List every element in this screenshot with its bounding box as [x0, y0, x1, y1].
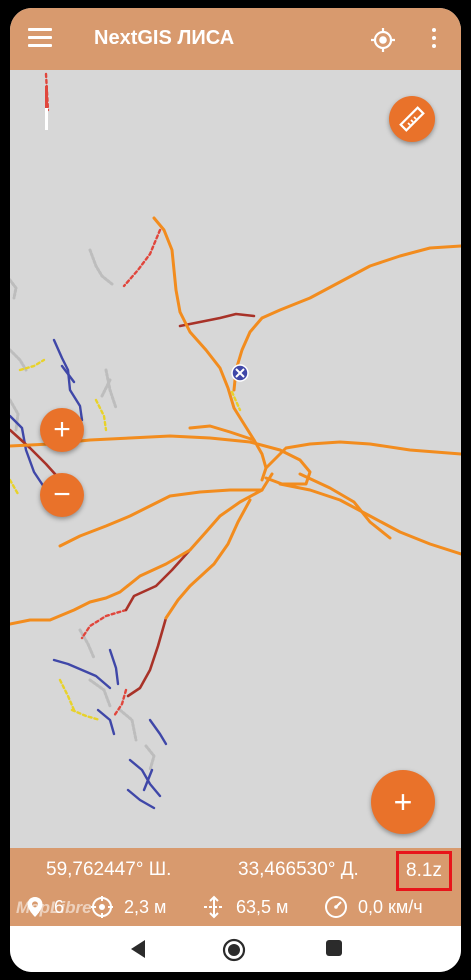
scale-bar	[45, 86, 48, 130]
system-nav-bar	[10, 926, 461, 972]
speedometer-icon	[325, 896, 347, 918]
map-view[interactable]: + − +	[10, 70, 461, 848]
speed-item: 0,0 км/ч	[324, 892, 423, 922]
longitude-value: 33,466530° Д.	[238, 859, 359, 880]
back-icon[interactable]	[128, 938, 148, 960]
phone-screen: NextGIS ЛИСА + − + 59,762447° Ш. 33,4665…	[10, 8, 461, 972]
more-vert-icon[interactable]	[430, 28, 438, 50]
home-icon[interactable]	[222, 938, 246, 962]
crosshair-icon	[91, 896, 113, 918]
plus-icon: +	[393, 783, 413, 820]
recents-icon[interactable]	[324, 938, 344, 958]
accuracy-item: 2,3 м	[90, 892, 166, 922]
zoom-level[interactable]: 8.1z	[396, 851, 452, 891]
map-roads	[10, 72, 461, 810]
altitude-item: 63,5 м	[202, 892, 288, 922]
map-attribution: MapLibre	[16, 898, 92, 917]
zoom-out-button[interactable]: −	[40, 473, 84, 517]
speed-value: 0,0 км/ч	[358, 896, 423, 917]
gps-locate-icon[interactable]	[370, 27, 396, 53]
ruler-button[interactable]	[389, 96, 435, 142]
zoom-in-button[interactable]: +	[40, 408, 84, 452]
minus-icon: −	[53, 478, 71, 511]
plus-icon: +	[53, 413, 71, 446]
add-feature-button[interactable]: +	[371, 770, 435, 834]
latitude-value: 59,762447° Ш.	[46, 859, 172, 880]
altitude-value: 63,5 м	[236, 896, 289, 917]
app-title: NextGIS ЛИСА	[94, 27, 235, 49]
accuracy-value: 2,3 м	[124, 896, 167, 917]
app-toolbar: NextGIS ЛИСА	[10, 8, 461, 70]
hamburger-menu-icon[interactable]	[28, 28, 52, 48]
ruler-icon	[399, 106, 425, 132]
altitude-icon	[204, 895, 224, 919]
location-status-bar: 59,762447° Ш. 33,466530° Д. 8.1z 6 2,3 м…	[10, 848, 461, 926]
